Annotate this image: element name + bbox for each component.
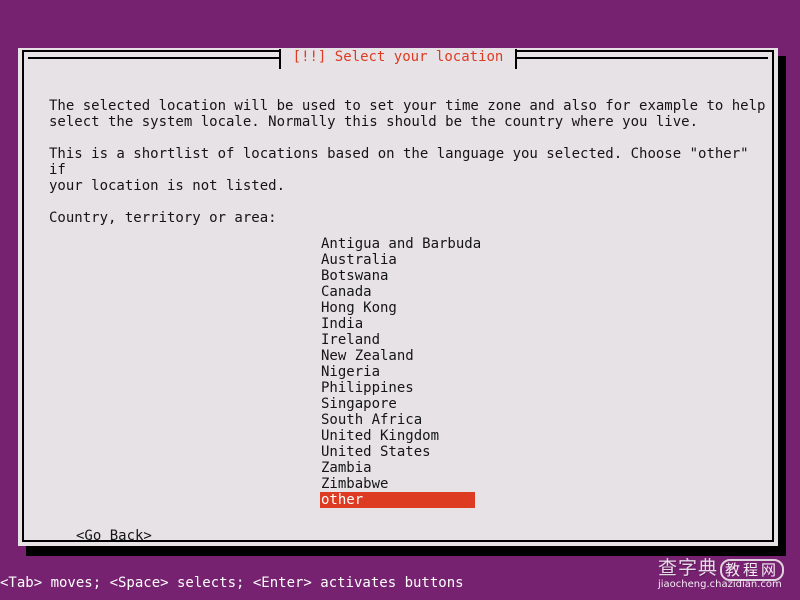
installer-screen: [!!] Select your location The selected l… xyxy=(0,0,800,600)
country-list-item[interactable]: other xyxy=(320,492,475,508)
country-list-item[interactable]: Antigua and Barbuda xyxy=(320,236,481,252)
country-list-item[interactable]: Botswana xyxy=(320,268,474,284)
country-list-item-label: Australia xyxy=(321,252,397,268)
site-watermark: 查字典 教程网 jiaocheng.chazidian.com xyxy=(652,552,796,592)
country-list-item-label: Philippines xyxy=(321,380,414,396)
country-list-item-label: Zambia xyxy=(321,460,372,476)
country-list-item-label: Zimbabwe xyxy=(321,476,389,492)
country-list-label: Country, territory or area: xyxy=(49,210,277,226)
country-list-item-label: Hong Kong xyxy=(321,300,397,316)
intro-paragraph-2: This is a shortlist of locations based o… xyxy=(49,146,749,194)
country-list-item-label: Singapore xyxy=(321,396,397,412)
country-list-item-label: South Africa xyxy=(321,412,423,428)
country-list-item[interactable]: New Zealand xyxy=(320,348,474,364)
country-list-item-label: Botswana xyxy=(321,268,389,284)
country-list-item-label: Nigeria xyxy=(321,364,381,380)
intro-paragraph-1: The selected location will be used to se… xyxy=(49,98,766,130)
country-list-item[interactable]: Ireland xyxy=(320,332,474,348)
page-title: [!!] Select your location xyxy=(280,49,516,65)
country-list-item-label: United States xyxy=(321,444,431,460)
watermark-logo-secondary: 教程网 xyxy=(720,559,785,581)
watermark-logo-primary: 查字典 xyxy=(658,557,719,579)
dialog-titlebar: [!!] Select your location xyxy=(18,46,778,69)
title-rule-right xyxy=(515,49,768,69)
watermark-inner: 查字典 教程网 jiaocheng.chazidian.com xyxy=(658,558,792,590)
country-list-item-label: Ireland xyxy=(321,332,381,348)
country-list-item[interactable]: Nigeria xyxy=(320,364,474,380)
country-list-item[interactable]: United States xyxy=(320,444,474,460)
country-list-item-label: Canada xyxy=(321,284,372,300)
country-list-item[interactable]: Zambia xyxy=(320,460,474,476)
dialog-body: The selected location will be used to se… xyxy=(30,80,766,544)
country-list-item-label: other xyxy=(321,492,364,508)
country-list-item[interactable]: Philippines xyxy=(320,380,474,396)
country-list-item-label: Antigua and Barbuda xyxy=(321,236,482,252)
country-list-item[interactable]: Canada xyxy=(320,284,474,300)
watermark-url: jiaocheng.chazidian.com xyxy=(658,579,782,590)
country-list-item-label: India xyxy=(321,316,364,332)
country-list-item[interactable]: United Kingdom xyxy=(320,428,474,444)
country-list-item-label: New Zealand xyxy=(321,348,414,364)
country-list-item[interactable]: Zimbabwe xyxy=(320,476,474,492)
country-list-item[interactable]: India xyxy=(320,316,474,332)
country-list[interactable]: Antigua and Barbuda Australia Botswana Cana… xyxy=(320,236,481,508)
country-list-item[interactable]: Hong Kong xyxy=(320,300,474,316)
country-list-item-label: United Kingdom xyxy=(321,428,440,444)
country-list-item[interactable]: South Africa xyxy=(320,412,474,428)
select-location-dialog: [!!] Select your location The selected l… xyxy=(18,48,778,546)
country-list-item[interactable]: Australia xyxy=(320,252,474,268)
country-list-item[interactable]: Singapore xyxy=(320,396,474,412)
title-rule-left xyxy=(28,49,281,69)
go-back-button[interactable]: <Go Back> xyxy=(76,528,152,544)
